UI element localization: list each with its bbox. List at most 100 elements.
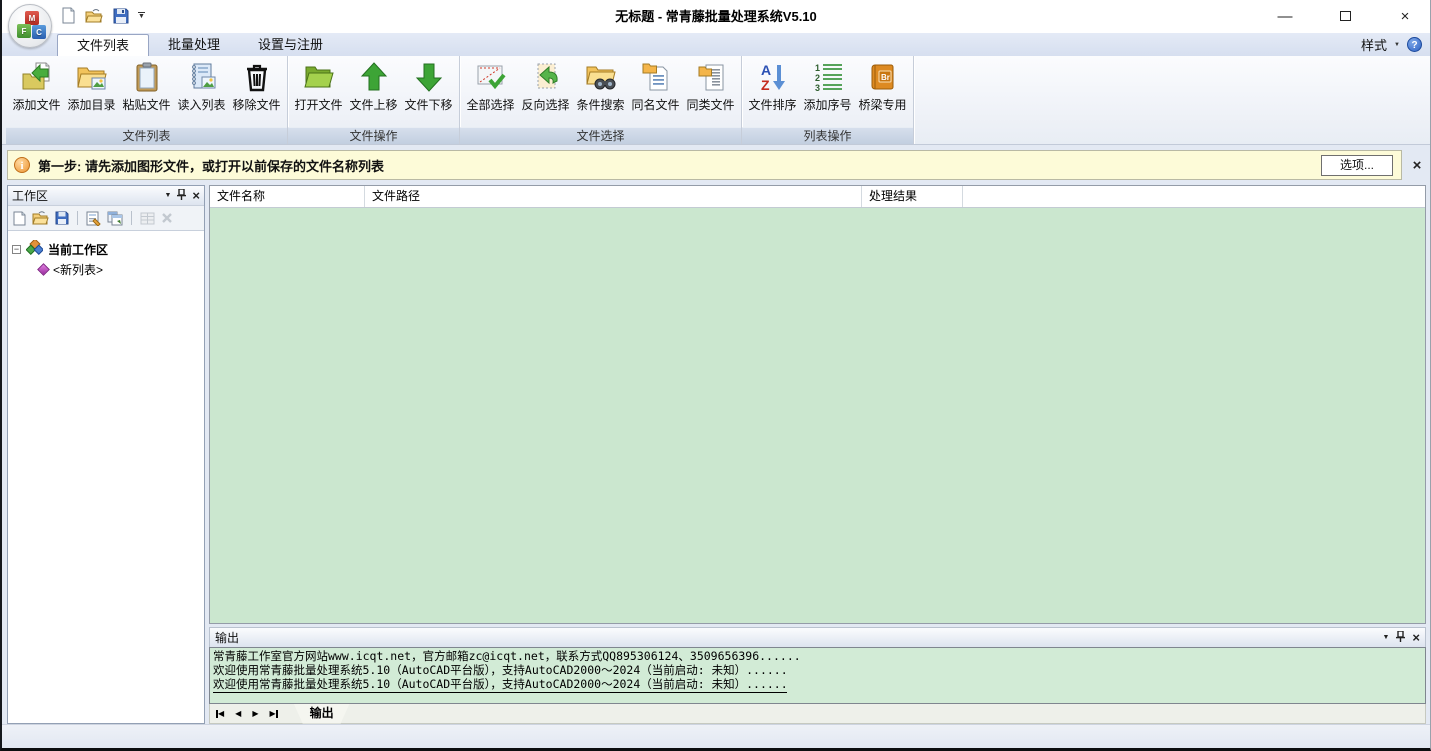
list-properties-button[interactable] <box>86 211 101 226</box>
tree-root-row[interactable]: − 当前工作区 <box>12 239 200 259</box>
svg-text:1: 1 <box>815 63 820 73</box>
svg-text:2: 2 <box>815 73 820 83</box>
output-tab-bar: ◀ ◀ ▶ ▶ 输出 <box>209 704 1426 724</box>
select-all-button[interactable]: 全部选择 <box>463 59 518 113</box>
style-dropdown[interactable]: 样式 <box>1361 35 1387 54</box>
workspace-tree: − 当前工作区 <新列表> <box>8 230 204 723</box>
ribbon-group-file-list: 添加文件 添加目录 粘贴文件 读入列表 移除文件 <box>6 56 288 144</box>
workspace-toolbar <box>8 206 204 230</box>
group-caption-file-list: 文件列表 <box>6 127 287 144</box>
workspace-node-icon <box>26 240 43 258</box>
move-file-up-button[interactable]: 文件上移 <box>346 59 401 113</box>
tab-settings-register[interactable]: 设置与注册 <box>239 34 342 56</box>
file-list-table: 文件名称 文件路径 处理结果 <box>209 185 1426 624</box>
read-list-button[interactable]: 读入列表 <box>174 59 229 113</box>
nav-prev-icon[interactable]: ◀ <box>235 709 241 718</box>
minimize-button[interactable]: — <box>1272 8 1298 25</box>
column-header-result[interactable]: 处理结果 <box>862 186 963 207</box>
same-type-file-icon <box>694 59 728 95</box>
output-caret-line <box>213 691 787 693</box>
open-file-button[interactable]: 打开文件 <box>291 59 346 113</box>
arrow-down-icon <box>412 59 446 95</box>
status-bar <box>2 724 1430 748</box>
tab-file-list[interactable]: 文件列表 <box>57 34 149 56</box>
add-file-button[interactable]: 添加文件 <box>9 59 64 113</box>
output-panel: 输出 ▼ × 常青藤工作室官方网站www.icqt.net，官方邮箱zc@icq… <box>209 627 1426 724</box>
ribbon-group-list-ops: AZ 文件排序 123 添加序号 Br 桥梁专用 列表操作 <box>742 56 914 144</box>
content-area: 文件名称 文件路径 处理结果 输出 ▼ × 常青藤工作室官方网站www.icqt… <box>209 185 1426 724</box>
output-close-button[interactable]: × <box>1412 632 1420 644</box>
invert-selection-button[interactable]: 反向选择 <box>518 59 573 113</box>
open-list-button[interactable] <box>32 211 49 225</box>
nav-next-icon[interactable]: ▶ <box>252 709 258 718</box>
ribbon-tabs: 文件列表 批量处理 设置与注册 <box>57 33 342 56</box>
tree-child-label: <新列表> <box>53 261 103 278</box>
delete-list-button-disabled <box>161 212 173 224</box>
save-list-button[interactable] <box>55 211 69 225</box>
tree-collapse-icon[interactable]: − <box>12 245 21 254</box>
search-binoculars-icon <box>584 59 618 95</box>
info-icon: i <box>14 157 30 173</box>
read-list-icon <box>185 59 219 95</box>
column-header-file-path[interactable]: 文件路径 <box>365 186 862 207</box>
paste-file-button[interactable]: 粘贴文件 <box>119 59 174 113</box>
add-directory-button[interactable]: 添加目录 <box>64 59 119 113</box>
app-menu-button[interactable]: M F C <box>8 4 52 48</box>
output-nav: ◀ ◀ ▶ ▶ <box>216 709 278 718</box>
tab-batch-process[interactable]: 批量处理 <box>149 34 239 56</box>
nav-first-icon[interactable]: ◀ <box>216 709 224 718</box>
options-button[interactable]: 选项... <box>1321 155 1393 176</box>
title-bar: M F C ▼ 无标题 - 常青藤批量处理系统V5.10 — × <box>2 0 1430 33</box>
toolbar-separator <box>77 211 78 225</box>
bridge-special-button[interactable]: Br 桥梁专用 <box>855 59 910 113</box>
new-list-button[interactable] <box>13 211 26 226</box>
workspace-header: 工作区 ▼ × <box>8 186 204 206</box>
info-bar-close-button[interactable]: × <box>1410 157 1424 174</box>
svg-text:3: 3 <box>815 83 820 93</box>
maximize-button[interactable] <box>1332 8 1358 25</box>
pin-icon[interactable] <box>1396 631 1405 645</box>
same-name-files-button[interactable]: 同名文件 <box>628 59 683 113</box>
move-file-down-button[interactable]: 文件下移 <box>401 59 456 113</box>
conditional-search-button[interactable]: 条件搜索 <box>573 59 628 113</box>
workspace-panel: 工作区 ▼ × − 当前工作区 <box>7 185 205 724</box>
sort-az-icon: AZ <box>756 59 790 95</box>
tree-child-row[interactable]: <新列表> <box>39 259 200 279</box>
workspace-title: 工作区 <box>12 187 158 204</box>
close-button[interactable]: × <box>1392 8 1418 25</box>
svg-text:Br: Br <box>881 73 890 82</box>
chevron-down-icon[interactable]: ▼ <box>1394 42 1400 48</box>
main-area: 工作区 ▼ × − 当前工作区 <box>2 185 1430 724</box>
help-button[interactable]: ? <box>1407 37 1422 52</box>
toolbar-separator <box>131 211 132 225</box>
svg-text:A: A <box>761 62 771 78</box>
sort-files-button[interactable]: AZ 文件排序 <box>745 59 800 113</box>
list-grid-button-disabled <box>140 212 155 225</box>
output-tab[interactable]: 输出 <box>294 704 350 724</box>
output-log[interactable]: 常青藤工作室官方网站www.icqt.net，官方邮箱zc@icqt.net，联… <box>209 647 1426 704</box>
info-bar-row: i 第一步: 请先添加图形文件，或打开以前保存的文件名称列表 选项... × <box>2 150 1430 180</box>
output-line: 欢迎使用常青藤批量处理系统5.10（AutoCAD平台版），支持AutoCAD2… <box>213 677 1422 691</box>
group-caption-file-select: 文件选择 <box>460 127 741 144</box>
chevron-down-icon[interactable]: ▼ <box>1382 634 1389 641</box>
chevron-down-icon[interactable]: ▼ <box>164 192 171 199</box>
ribbon-tab-row: 文件列表 批量处理 设置与注册 样式 ▼ ? <box>2 33 1430 56</box>
add-numbering-button[interactable]: 123 添加序号 <box>800 59 855 113</box>
open-file-icon <box>302 59 336 95</box>
same-type-files-button[interactable]: 同类文件 <box>683 59 738 113</box>
ribbon-empty-space <box>914 56 1430 144</box>
workspace-close-button[interactable]: × <box>192 190 200 202</box>
ribbon: 添加文件 添加目录 粘贴文件 读入列表 移除文件 <box>2 56 1430 145</box>
copy-list-button[interactable] <box>107 211 123 226</box>
pin-icon[interactable] <box>177 189 186 203</box>
window-controls: — × <box>1272 0 1418 33</box>
group-caption-file-ops: 文件操作 <box>288 127 459 144</box>
maximize-icon <box>1340 11 1351 21</box>
file-list-body[interactable] <box>210 208 1425 623</box>
ribbon-right-controls: 样式 ▼ ? <box>1361 35 1422 54</box>
remove-file-button[interactable]: 移除文件 <box>229 59 284 113</box>
arrow-up-icon <box>357 59 391 95</box>
nav-last-icon[interactable]: ▶ <box>269 709 277 718</box>
column-header-file-name[interactable]: 文件名称 <box>210 186 365 207</box>
tree-root-label: 当前工作区 <box>48 241 108 258</box>
